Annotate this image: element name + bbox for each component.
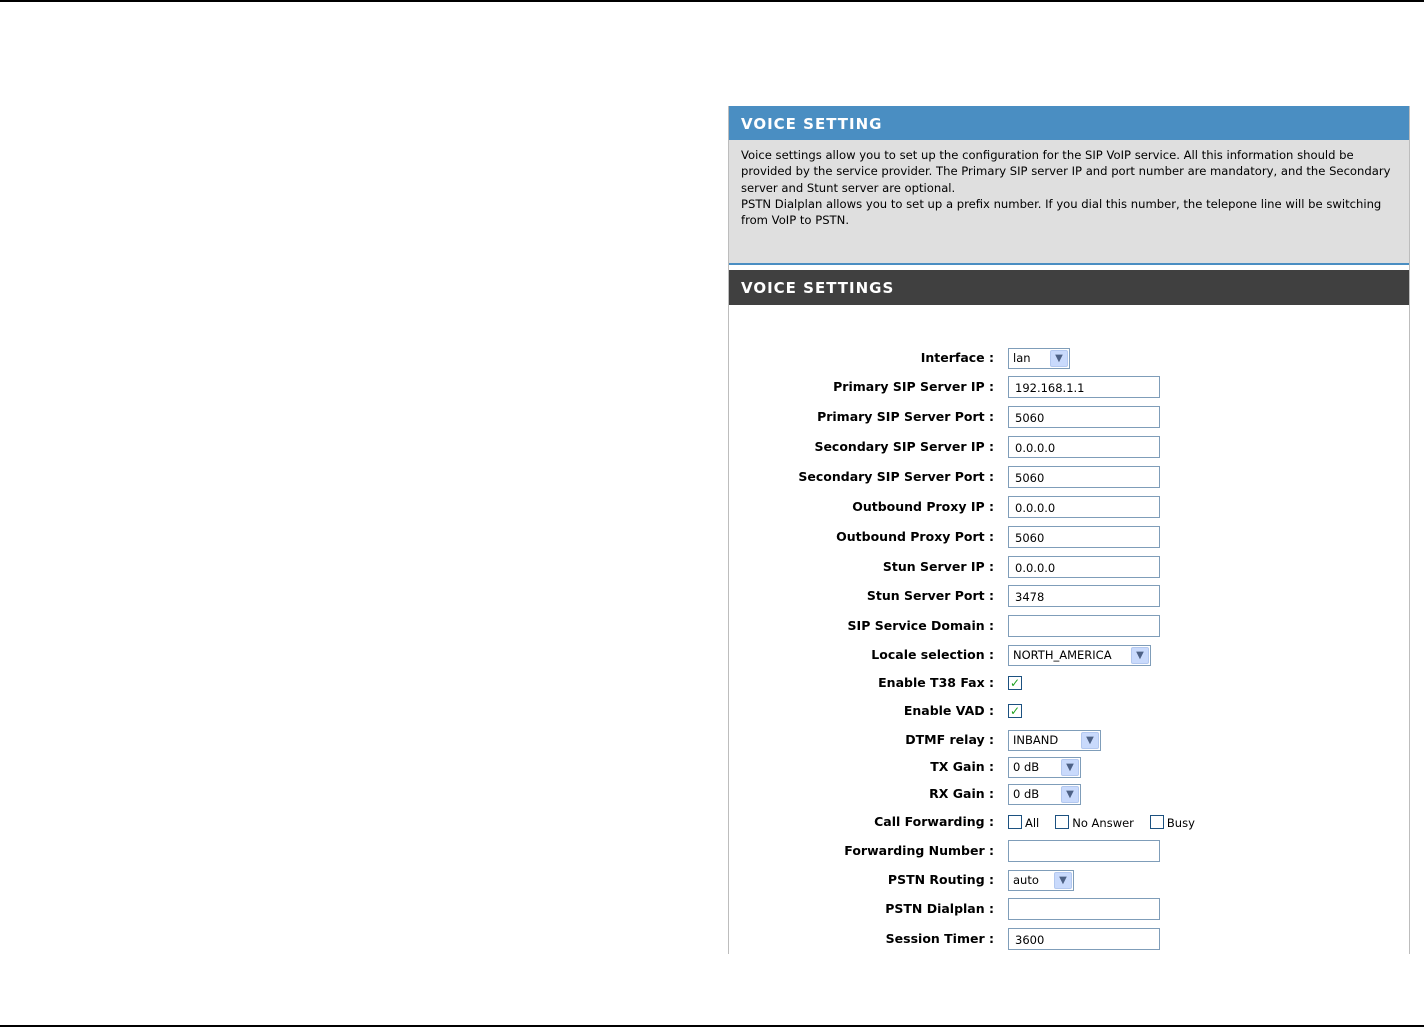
forwarding-number-input[interactable] <box>1008 840 1160 862</box>
dtmf-relay-select[interactable]: INBAND ▼ <box>1008 729 1101 751</box>
call-forwarding-no-answer-checkbox[interactable] <box>1055 815 1070 829</box>
session-timer-row: Session Timer : <box>729 926 1409 952</box>
pstn-dialplan-input[interactable] <box>1008 898 1160 920</box>
primary-sip-ip-row: Primary SIP Server IP : <box>729 374 1409 400</box>
locale-selection-value: NORTH_AMERICA <box>1013 648 1112 662</box>
primary-sip-ip-input[interactable] <box>1008 376 1160 398</box>
sip-service-domain-label: SIP Service Domain : <box>847 618 994 633</box>
primary-sip-port-input[interactable] <box>1008 406 1160 428</box>
rx-gain-row: RX Gain : 0 dB ▼ <box>729 781 1409 807</box>
stun-server-port-label: Stun Server Port : <box>866 588 994 603</box>
enable-t38-fax-checkbox[interactable]: ✓ <box>1008 676 1022 690</box>
chevron-down-icon: ▼ <box>1050 349 1068 367</box>
enable-vad-label: Enable VAD : <box>903 703 994 718</box>
forwarding-number-row: Forwarding Number : <box>729 838 1409 864</box>
enable-vad-checkbox[interactable]: ✓ <box>1008 704 1022 718</box>
secondary-sip-port-input[interactable] <box>1008 466 1160 488</box>
call-forwarding-busy-checkbox[interactable] <box>1149 815 1164 829</box>
rx-gain-select[interactable]: 0 dB ▼ <box>1008 783 1081 805</box>
call-forwarding-all-label: All <box>1025 816 1040 830</box>
call-forwarding-busy-label: Busy <box>1166 816 1195 830</box>
call-forwarding-row: Call Forwarding : All No Answer Busy <box>729 809 1409 835</box>
secondary-sip-ip-input[interactable] <box>1008 436 1160 458</box>
sip-service-domain-input[interactable] <box>1008 615 1160 637</box>
outbound-proxy-port-label: Outbound Proxy Port : <box>836 529 994 544</box>
voice-settings-section-title: VOICE SETTINGS <box>729 270 1409 305</box>
interface-select[interactable]: lan ▼ <box>1008 347 1070 369</box>
primary-sip-ip-label: Primary SIP Server IP : <box>833 379 994 394</box>
chevron-down-icon: ▼ <box>1131 646 1149 664</box>
voice-setting-title: VOICE SETTING <box>729 106 1409 140</box>
check-icon: ✓ <box>1009 676 1021 690</box>
chevron-down-icon: ▼ <box>1061 758 1079 776</box>
dtmf-relay-label: DTMF relay : <box>905 732 994 747</box>
session-timer-label: Session Timer : <box>885 931 994 946</box>
pstn-routing-row: PSTN Routing : auto ▼ <box>729 867 1409 893</box>
sip-service-domain-row: SIP Service Domain : <box>729 613 1409 639</box>
call-forwarding-all-checkbox[interactable] <box>1008 815 1022 829</box>
pstn-routing-select[interactable]: auto ▼ <box>1008 869 1074 891</box>
stun-server-port-row: Stun Server Port : <box>729 583 1409 609</box>
secondary-sip-ip-row: Secondary SIP Server IP : <box>729 434 1409 460</box>
secondary-sip-port-label: Secondary SIP Server Port : <box>798 469 994 484</box>
dtmf-relay-row: DTMF relay : INBAND ▼ <box>729 727 1409 753</box>
stun-server-port-input[interactable] <box>1008 585 1160 607</box>
interface-row: Interface : lan ▼ <box>729 345 1409 371</box>
primary-sip-port-row: Primary SIP Server Port : <box>729 404 1409 430</box>
outbound-proxy-ip-row: Outbound Proxy IP : <box>729 494 1409 520</box>
tx-gain-row: TX Gain : 0 dB ▼ <box>729 754 1409 780</box>
locale-selection-label: Locale selection : <box>871 647 994 662</box>
secondary-sip-port-row: Secondary SIP Server Port : <box>729 464 1409 490</box>
tx-gain-label: TX Gain : <box>930 759 994 774</box>
bottom-rule <box>0 1025 1424 1027</box>
outbound-proxy-port-input[interactable] <box>1008 526 1160 548</box>
chevron-down-icon: ▼ <box>1054 871 1072 889</box>
voice-setting-description: Voice settings allow you to set up the c… <box>729 140 1409 265</box>
pstn-routing-value: auto <box>1013 873 1039 887</box>
primary-sip-port-label: Primary SIP Server Port : <box>817 409 994 424</box>
outbound-proxy-port-row: Outbound Proxy Port : <box>729 524 1409 550</box>
pstn-dialplan-label: PSTN Dialplan : <box>885 901 994 916</box>
session-timer-input[interactable] <box>1008 928 1160 950</box>
interface-label: Interface : <box>920 350 994 365</box>
check-icon: ✓ <box>1009 704 1021 718</box>
pstn-dialplan-row: PSTN Dialplan : <box>729 896 1409 922</box>
enable-vad-row: Enable VAD : ✓ <box>729 698 1409 724</box>
call-forwarding-no-answer-label: No Answer <box>1072 816 1134 830</box>
pstn-routing-label: PSTN Routing : <box>887 872 994 887</box>
stun-server-ip-input[interactable] <box>1008 556 1160 578</box>
dtmf-relay-value: INBAND <box>1013 733 1059 747</box>
rx-gain-value: 0 dB <box>1013 787 1040 801</box>
tx-gain-select[interactable]: 0 dB ▼ <box>1008 756 1081 778</box>
forwarding-number-label: Forwarding Number : <box>844 843 994 858</box>
rx-gain-label: RX Gain : <box>929 786 994 801</box>
description-paragraph-1: Voice settings allow you to set up the c… <box>741 148 1391 195</box>
call-forwarding-label: Call Forwarding : <box>874 814 994 829</box>
voice-settings-panel: VOICE SETTING Voice settings allow you t… <box>728 106 1410 954</box>
chevron-down-icon: ▼ <box>1061 785 1079 803</box>
enable-t38-fax-row: Enable T38 Fax : ✓ <box>729 670 1409 696</box>
locale-selection-select[interactable]: NORTH_AMERICA ▼ <box>1008 644 1151 666</box>
outbound-proxy-ip-label: Outbound Proxy IP : <box>852 499 994 514</box>
enable-t38-fax-label: Enable T38 Fax : <box>878 675 994 690</box>
locale-selection-row: Locale selection : NORTH_AMERICA ▼ <box>729 642 1409 668</box>
chevron-down-icon: ▼ <box>1081 731 1099 749</box>
stun-server-ip-label: Stun Server IP : <box>882 559 994 574</box>
top-rule <box>0 0 1424 2</box>
secondary-sip-ip-label: Secondary SIP Server IP : <box>814 439 994 454</box>
interface-value: lan <box>1013 351 1031 365</box>
tx-gain-value: 0 dB <box>1013 760 1040 774</box>
description-paragraph-2: PSTN Dialplan allows you to set up a pre… <box>741 196 1382 228</box>
outbound-proxy-ip-input[interactable] <box>1008 496 1160 518</box>
stun-server-ip-row: Stun Server IP : <box>729 554 1409 580</box>
